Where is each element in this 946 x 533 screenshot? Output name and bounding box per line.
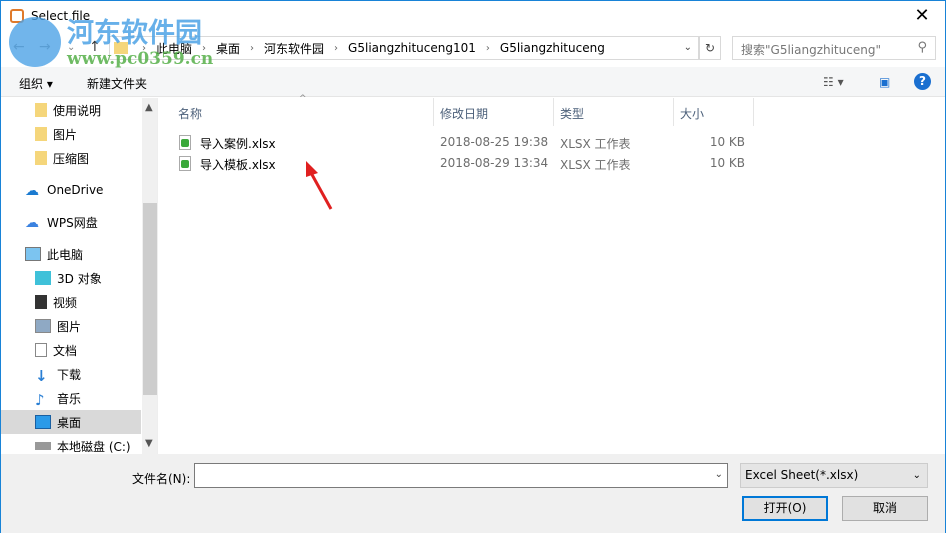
window-title: Select file xyxy=(31,9,91,23)
toolbar: 组织 ▾ 新建文件夹 ☷ ▾ ▣ ? xyxy=(1,67,945,97)
navigation-bar: ← → ⌄ ↑ › 此电脑 › 桌面 › 河东软件园 › G5liangzhituce… xyxy=(1,34,945,62)
scrollbar-thumb[interactable] xyxy=(143,203,157,395)
search-input[interactable]: 搜索"G5liangzhituceng" ⚲ xyxy=(732,36,936,60)
file-list: ^ 名称 修改日期 类型 大小 导入案例.xlsx 2018-08-25 19:… xyxy=(159,94,945,454)
sidebar-item[interactable]: 图片 xyxy=(1,314,141,338)
picture-icon xyxy=(35,319,51,333)
address-bar[interactable]: › 此电脑 › 桌面 › 河东软件园 › G5liangzhituceng101 › G… xyxy=(109,36,699,60)
document-icon xyxy=(35,343,47,357)
sidebar-item[interactable]: 本地磁盘 (C:) xyxy=(1,434,141,454)
folder-icon xyxy=(35,127,47,141)
sort-ascending-icon: ^ xyxy=(299,94,307,104)
sidebar-item-this-pc[interactable]: 此电脑 xyxy=(1,242,141,266)
file-dialog: Select file ✕ ← → ⌄ ↑ › 此电脑 › 桌面 › 河东软件园 › … xyxy=(0,0,946,533)
sidebar-item[interactable]: 文档 xyxy=(1,338,141,362)
file-type-select[interactable]: Excel Sheet(*.xlsx) ⌄ xyxy=(740,463,928,488)
cloud-icon: ☁ xyxy=(25,183,39,199)
xlsx-file-icon xyxy=(179,135,191,150)
recent-dropdown-icon[interactable]: ⌄ xyxy=(67,42,75,53)
sidebar-item[interactable]: ↓ 下载 xyxy=(1,362,141,386)
navigation-pane: 使用说明 图片 压缩图 ☁ OneDrive ☁ WPS网盘 此电脑 3D 对象 视… xyxy=(1,98,158,454)
scroll-up-icon[interactable]: ▲ xyxy=(145,102,153,113)
xlsx-file-icon xyxy=(179,156,191,171)
open-button[interactable]: 打开(O) xyxy=(742,496,828,521)
help-icon[interactable]: ? xyxy=(914,73,931,90)
sidebar-item-wps[interactable]: ☁ WPS网盘 xyxy=(1,210,141,234)
folder-icon xyxy=(114,42,128,54)
preview-pane-icon[interactable]: ▣ xyxy=(879,75,890,89)
forward-button[interactable]: → xyxy=(39,39,51,55)
file-row[interactable]: 导入案例.xlsx 2018-08-25 19:38 XLSX 工作表 10 K… xyxy=(177,132,757,153)
sidebar-item[interactable]: ♪ 音乐 xyxy=(1,386,141,410)
view-options-icon[interactable]: ☷ ▾ xyxy=(823,75,844,89)
organize-button[interactable]: 组织 ▾ xyxy=(19,75,53,92)
refresh-button[interactable]: ↻ xyxy=(699,36,721,60)
filename-input[interactable]: ⌄ xyxy=(194,463,728,488)
title-bar: Select file ✕ xyxy=(1,1,945,32)
sidebar-item[interactable]: 图片 xyxy=(1,122,141,146)
app-icon xyxy=(10,9,24,23)
breadcrumb[interactable]: 河东软件园 xyxy=(264,40,324,57)
folder-icon xyxy=(35,151,47,165)
file-row[interactable]: 导入模板.xlsx 2018-08-29 13:34 XLSX 工作表 10 K… xyxy=(177,153,757,174)
column-header-name[interactable]: 名称 xyxy=(178,105,202,122)
red-arrow-annotation xyxy=(306,161,333,210)
breadcrumb[interactable]: G5liangzhituceng xyxy=(500,41,605,55)
new-folder-button[interactable]: 新建文件夹 xyxy=(87,75,147,92)
sidebar-item[interactable]: 使用说明 xyxy=(1,98,141,122)
cloud-outline-icon: ☁ xyxy=(25,215,39,231)
chevron-down-icon: ⌄ xyxy=(912,470,921,481)
dialog-footer: 文件名(N): ⌄ Excel Sheet(*.xlsx) ⌄ 打开(O) 取消 xyxy=(1,454,945,533)
cancel-button[interactable]: 取消 xyxy=(842,496,928,521)
search-icon: ⚲ xyxy=(917,40,927,55)
sidebar-item[interactable]: 3D 对象 xyxy=(1,266,141,290)
breadcrumb[interactable]: 桌面 xyxy=(216,40,240,57)
sidebar-item-onedrive[interactable]: ☁ OneDrive xyxy=(1,178,141,202)
cube-icon xyxy=(35,271,51,285)
music-icon: ♪ xyxy=(35,391,45,409)
desktop-icon xyxy=(35,415,51,429)
drive-icon xyxy=(35,442,51,450)
computer-icon xyxy=(25,247,41,261)
sidebar-item[interactable]: 压缩图 xyxy=(1,146,141,170)
folder-icon xyxy=(35,103,47,117)
column-header-date[interactable]: 修改日期 xyxy=(440,105,488,122)
filename-label: 文件名(N): xyxy=(132,472,191,486)
download-icon: ↓ xyxy=(35,367,48,385)
close-button[interactable]: ✕ xyxy=(907,3,937,29)
up-button[interactable]: ↑ xyxy=(89,39,101,55)
scroll-down-icon[interactable]: ▼ xyxy=(145,438,153,449)
chevron-down-icon[interactable]: ⌄ xyxy=(684,42,692,53)
chevron-down-icon[interactable]: ⌄ xyxy=(715,469,723,480)
back-button[interactable]: ← xyxy=(13,39,25,55)
breadcrumb[interactable]: 此电脑 xyxy=(156,40,192,57)
column-header-type[interactable]: 类型 xyxy=(560,105,584,122)
sidebar-scrollbar[interactable]: ▲ ▼ xyxy=(142,98,157,454)
video-icon xyxy=(35,295,47,309)
column-header-size[interactable]: 大小 xyxy=(680,105,704,122)
breadcrumb[interactable]: G5liangzhituceng101 xyxy=(348,41,476,55)
sidebar-item[interactable]: 视频 xyxy=(1,290,141,314)
sidebar-item-desktop[interactable]: 桌面 xyxy=(1,410,141,434)
